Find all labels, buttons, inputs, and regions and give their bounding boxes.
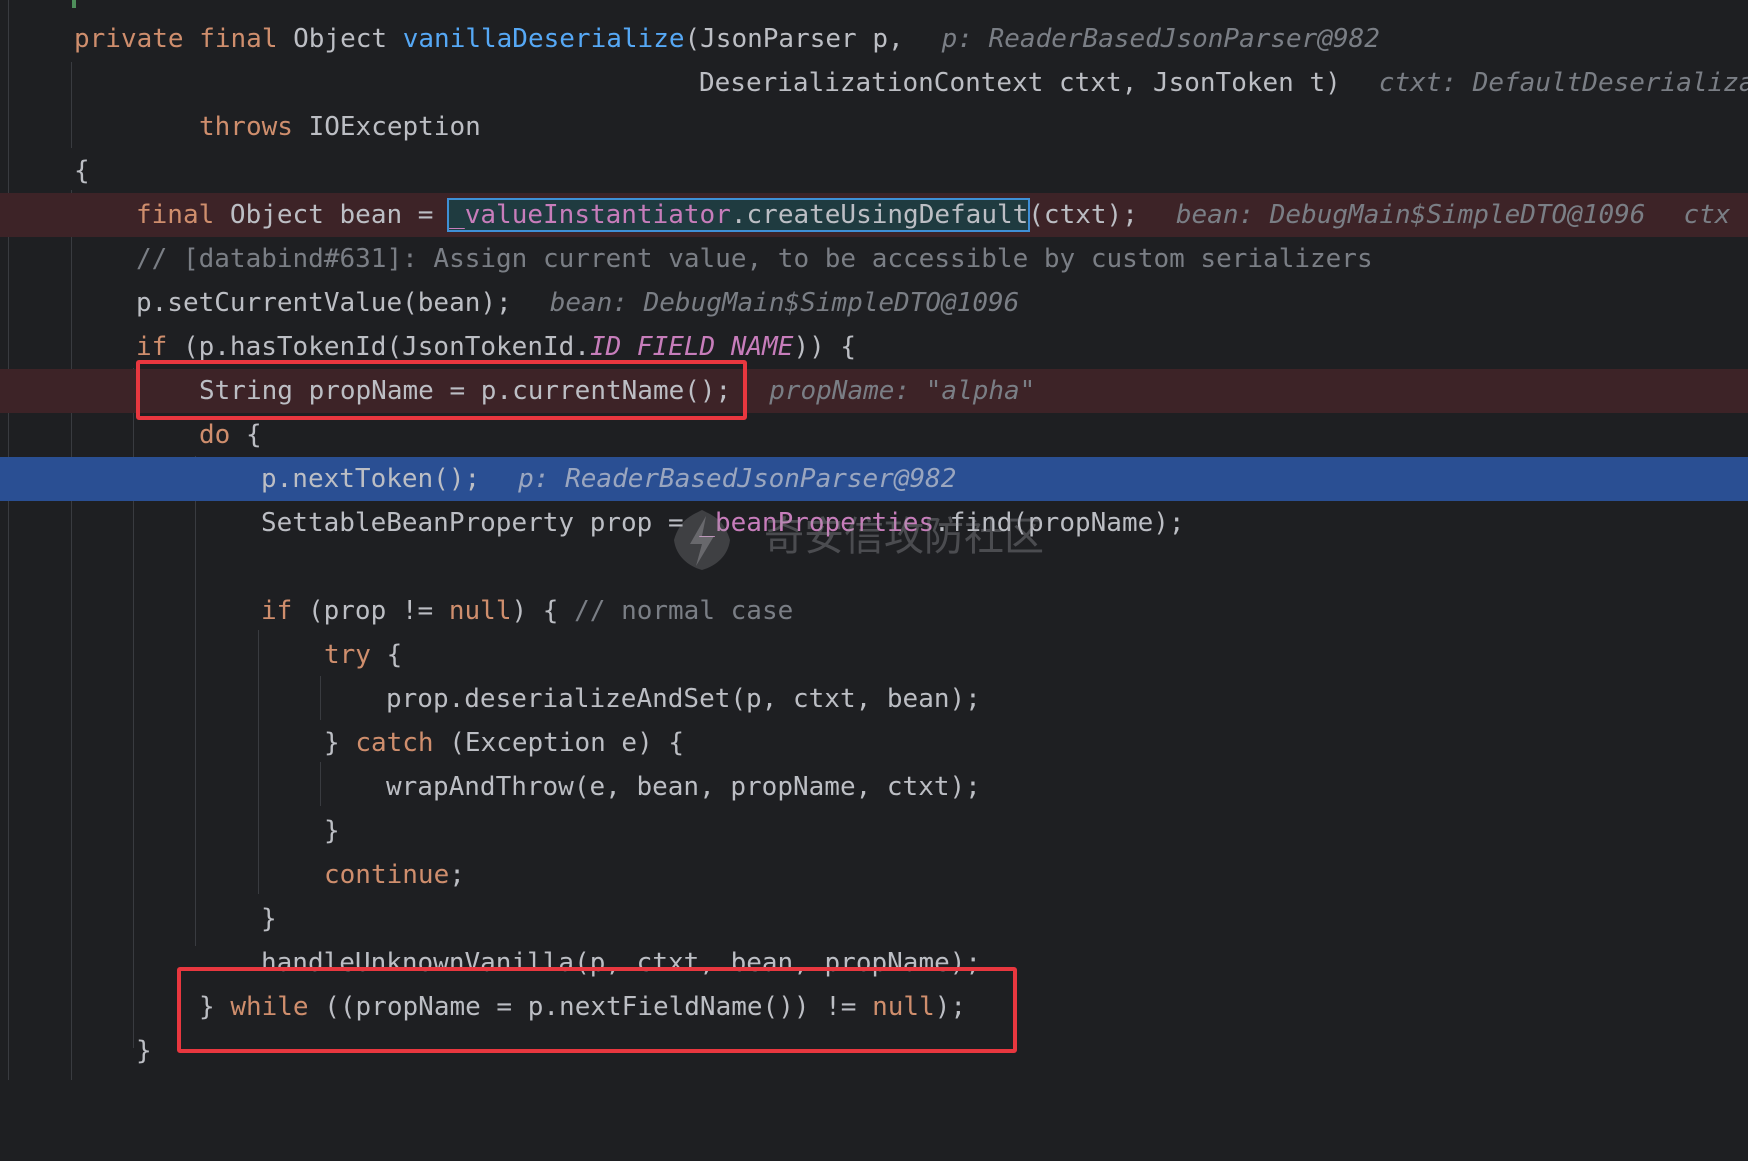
breakpoint-line[interactable]: final Object bean = _valueInstantiator.c… — [0, 193, 1748, 237]
code-line[interactable]: try { — [0, 633, 1748, 677]
inline-debug-hint: ctxt: DefaultDeserializa — [1378, 68, 1748, 98]
keyword: final — [136, 200, 215, 230]
inline-debug-hint: bean: DebugMain$SimpleDTO@1096 — [549, 288, 1020, 318]
watermark-text: 奇安信攻防社区 — [764, 514, 1044, 560]
code-line[interactable]: } — [0, 809, 1748, 853]
code-text: (prop != — [292, 596, 449, 626]
code-text: (p.hasTokenId(JsonTokenId. — [167, 332, 590, 362]
code-text: { — [74, 156, 90, 186]
keyword: catch — [355, 728, 434, 758]
code-text: { — [230, 420, 262, 450]
code-line[interactable]: { — [0, 149, 1748, 193]
code-line[interactable]: // [databind#631]: Assign current value,… — [0, 237, 1748, 281]
current-execution-line[interactable]: p.nextToken(); p: ReaderBasedJsonParser@9… — [0, 457, 1748, 501]
code-text: Object — [277, 24, 403, 54]
code-line[interactable]: throws IOException — [0, 105, 1748, 149]
code-text: (Exception e) { — [433, 728, 685, 758]
code-line[interactable]: DeserializationContext ctxt, JsonToken t… — [0, 61, 1748, 105]
highlight-box-while — [177, 967, 1017, 1053]
keyword: throws — [199, 112, 293, 142]
code-text: ; — [449, 860, 465, 890]
constant-name: ID_FIELD_NAME — [589, 332, 794, 362]
code-line[interactable]: } catch (Exception e) { — [0, 721, 1748, 765]
watermark: 奇安信攻防社区 — [668, 500, 1088, 574]
inline-debug-hint: p: ReaderBasedJsonParser@982 — [518, 464, 957, 494]
code-text: } — [324, 816, 340, 846]
gutter-marker — [72, 0, 76, 8]
code-line[interactable]: continue; — [0, 853, 1748, 897]
comment: // [databind#631]: Assign current value,… — [136, 244, 1373, 274]
code-line[interactable]: p.setCurrentValue(bean); bean: DebugMain$… — [0, 281, 1748, 325]
code-text: IOException — [292, 112, 481, 142]
code-text: } — [324, 728, 356, 758]
code-text: wrapAndThrow(e, bean, propName, ctxt); — [386, 772, 981, 802]
keyword: private final — [74, 24, 278, 54]
code-line[interactable]: prop.deserializeAndSet(p, ctxt, bean); — [0, 677, 1748, 721]
keyword: if — [136, 332, 168, 362]
inline-debug-hint: propName: "alpha" — [769, 376, 1036, 406]
code-text: Object bean = — [214, 200, 450, 230]
field-name: _valueInstantiator — [449, 200, 731, 230]
selected-expression[interactable]: _valueInstantiator.createUsingDefault — [447, 198, 1031, 232]
shield-bolt-icon — [674, 510, 730, 570]
keyword: if — [261, 596, 293, 626]
code-text: p.setCurrentValue(bean); — [136, 288, 512, 318]
code-text: .createUsingDefault — [730, 200, 1029, 230]
keyword: continue — [324, 860, 450, 890]
inline-debug-hint: ctx — [1683, 200, 1731, 230]
inline-debug-hint: bean: DebugMain$SimpleDTO@1096 — [1175, 200, 1646, 230]
code-text: DeserializationContext ctxt, JsonToken t… — [699, 68, 1341, 98]
code-text: )) { — [793, 332, 857, 362]
code-line[interactable]: if (prop != null) { // normal case — [0, 589, 1748, 633]
comment: // normal case — [574, 596, 794, 626]
keyword: do — [199, 420, 231, 450]
code-text: prop.deserializeAndSet(p, ctxt, bean); — [386, 684, 981, 714]
code-line[interactable]: wrapAndThrow(e, bean, propName, ctxt); — [0, 765, 1748, 809]
code-text: } — [261, 904, 277, 934]
code-line[interactable]: } — [0, 897, 1748, 941]
code-text: ) { — [511, 596, 575, 626]
code-text: SettableBeanProperty prop = — [261, 508, 700, 538]
code-text: (ctxt); — [1028, 200, 1138, 230]
method-name: vanillaDeserialize — [402, 24, 685, 54]
inline-debug-hint: p: ReaderBasedJsonParser@982 — [941, 24, 1380, 54]
highlight-box-propname — [136, 360, 747, 420]
code-line[interactable]: private final Object vanillaDeserialize(… — [0, 17, 1748, 61]
keyword: try — [324, 640, 371, 670]
code-editor[interactable]: private final Object vanillaDeserialize(… — [0, 0, 1748, 1080]
code-text: p.nextToken(); — [261, 464, 481, 494]
code-text: (JsonParser p, — [684, 24, 904, 54]
keyword: null — [448, 596, 512, 626]
code-text: } — [136, 1036, 152, 1066]
code-text: { — [370, 640, 403, 670]
